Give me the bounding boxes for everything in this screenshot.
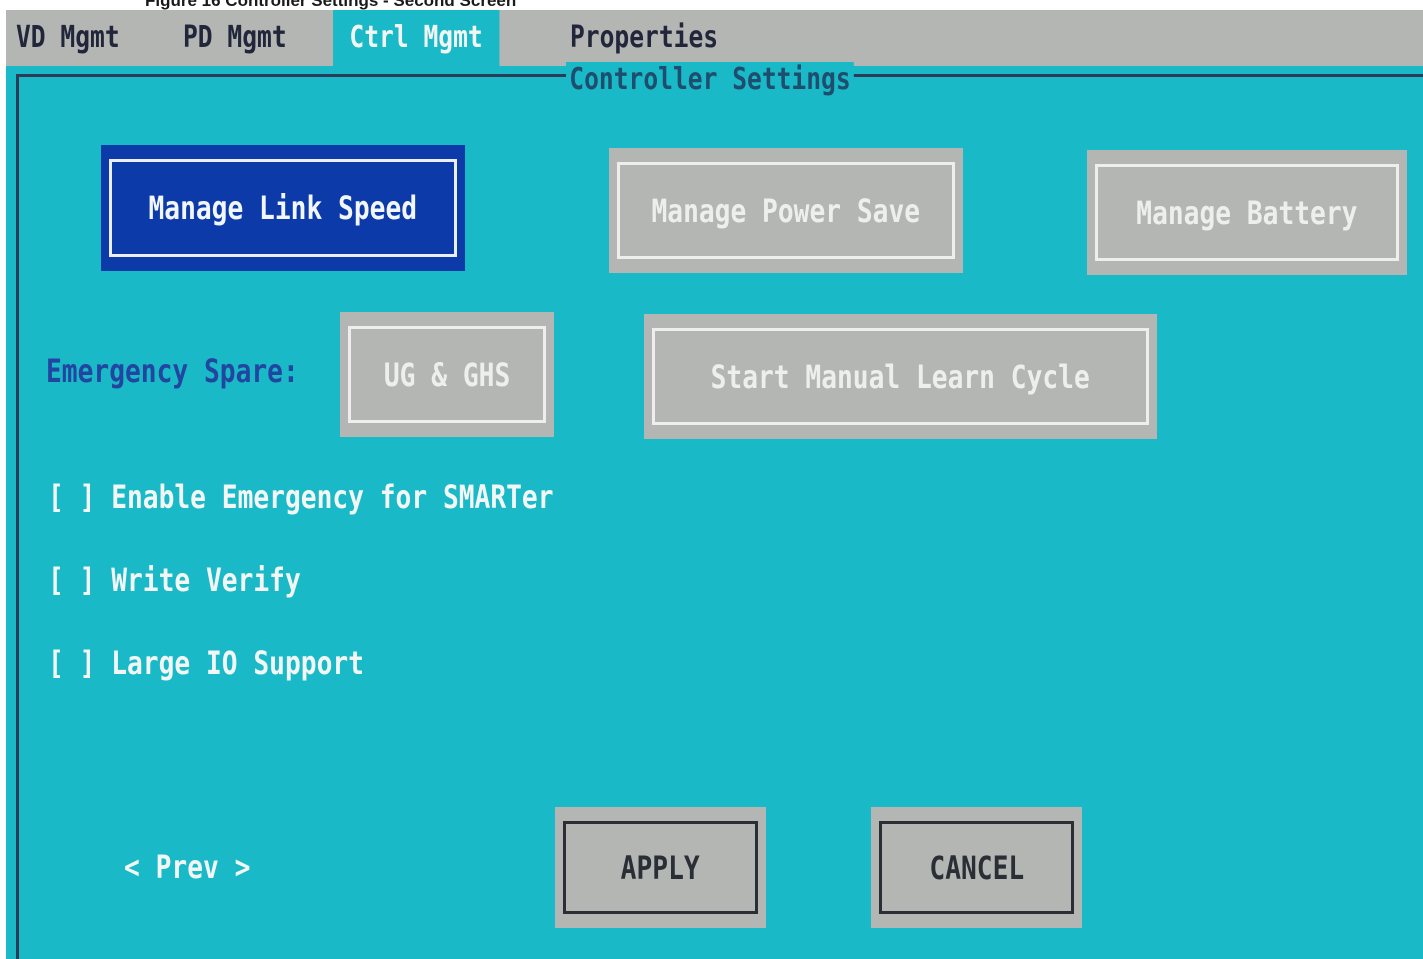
checkbox-box: [ ] [48,561,96,599]
checkbox-box: [ ] [48,644,96,682]
manage-link-speed-button[interactable]: Manage Link Speed [101,145,465,271]
manage-battery-label: Manage Battery [1136,193,1358,232]
tab-vd-mgmt[interactable]: VD Mgmt [16,10,120,66]
tab-properties[interactable]: Properties [570,10,718,66]
emergency-spare-dropdown[interactable]: UG & GHS [340,312,554,437]
emergency-spare-label: Emergency Spare: [46,352,299,390]
manage-power-save-label: Manage Power Save [651,191,921,230]
start-manual-learn-cycle-button[interactable]: Start Manual Learn Cycle [644,314,1157,439]
panel-title: Controller Settings [566,62,854,97]
write-verify-checkbox[interactable]: [ ] Write Verify [48,561,301,599]
apply-button[interactable]: APPLY [555,807,766,928]
bios-screen: VD Mgmt PD Mgmt Ctrl Mgmt Properties Con… [6,10,1423,959]
menu-bar: VD Mgmt PD Mgmt Ctrl Mgmt Properties [6,10,1423,66]
start-manual-learn-cycle-label: Start Manual Learn Cycle [710,357,1091,396]
manage-battery-button[interactable]: Manage Battery [1087,150,1407,275]
checkbox-label: Enable Emergency for SMARTer [111,478,554,516]
manage-link-speed-label: Manage Link Speed [148,189,418,227]
large-io-support-checkbox[interactable]: [ ] Large IO Support [48,644,364,682]
cancel-label: CANCEL [929,848,1024,887]
prev-page-link[interactable]: < Prev > [124,848,250,886]
apply-label: APPLY [620,848,700,887]
emergency-spare-value: UG & GHS [383,355,511,394]
checkbox-label: Large IO Support [111,644,364,682]
tab-pd-mgmt[interactable]: PD Mgmt [183,10,287,66]
manage-power-save-button[interactable]: Manage Power Save [609,148,963,273]
checkbox-label: Write Verify [111,561,301,599]
cancel-button[interactable]: CANCEL [871,807,1082,928]
checkbox-box: [ ] [48,478,96,516]
tab-ctrl-mgmt[interactable]: Ctrl Mgmt [333,10,500,66]
enable-emergency-smarter-checkbox[interactable]: [ ] Enable Emergency for SMARTer [48,478,554,516]
